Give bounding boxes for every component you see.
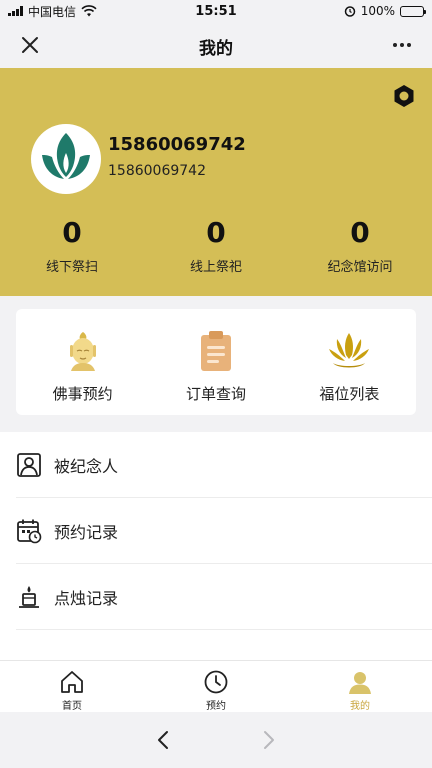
stat-value: 0 xyxy=(206,216,226,249)
stat-value: 0 xyxy=(62,216,82,249)
battery-percent: 100% xyxy=(360,4,395,18)
stat-online-worship[interactable]: 0 线上祭祀 xyxy=(144,216,288,275)
clipboard-icon xyxy=(200,331,231,371)
buddha-head-icon xyxy=(69,332,96,371)
list-item-label: 被纪念人 xyxy=(54,456,119,476)
person-frame-icon xyxy=(17,452,41,477)
stat-label: 线下祭扫 xyxy=(45,260,98,275)
user-phone-secondary: 15860069742 xyxy=(108,163,206,179)
list-item-candles[interactable]: 点烛记录 xyxy=(16,564,432,630)
quick-blessing-list[interactable]: 福位列表 xyxy=(283,309,416,415)
settings-icon[interactable] xyxy=(390,82,418,110)
list-item-label: 点烛记录 xyxy=(54,588,119,608)
quick-order-query[interactable]: 订单查询 xyxy=(149,309,282,415)
stats-row: 0 线下祭扫 0 线上祭祀 0 纪念馆访问 xyxy=(0,216,432,275)
home-icon xyxy=(61,671,83,693)
quick-action-label: 订单查询 xyxy=(185,385,246,403)
tab-mine[interactable]: 我的 xyxy=(288,661,432,712)
candle-icon xyxy=(19,585,39,608)
menu-list: 被纪念人 预约记录 点烛记录 xyxy=(0,432,432,660)
quick-action-label: 佛事预约 xyxy=(52,385,113,403)
nav-bar: 我的 xyxy=(0,22,432,68)
tab-appointments[interactable]: 预约 xyxy=(144,661,288,712)
profile-header: 15860069742 15860069742 0 线下祭扫 0 线上祭祀 0 … xyxy=(0,68,432,296)
browser-toolbar xyxy=(0,712,432,768)
chevron-left-icon[interactable] xyxy=(152,728,176,752)
list-item-appointments[interactable]: 预约记录 xyxy=(16,498,432,564)
stat-offline-visit[interactable]: 0 线下祭扫 xyxy=(0,216,144,275)
clock-icon xyxy=(204,670,228,694)
status-bar: 中国电信 15:51 100% xyxy=(0,0,432,22)
quick-buddhist-appointment[interactable]: 佛事预约 xyxy=(16,309,149,415)
tab-home[interactable]: 首页 xyxy=(0,661,144,712)
stat-label: 纪念馆访问 xyxy=(327,260,393,275)
list-item-commemorated[interactable]: 被纪念人 xyxy=(16,432,432,498)
more-icon[interactable] xyxy=(390,33,414,57)
page-title: 我的 xyxy=(199,39,233,59)
tab-label: 我的 xyxy=(350,701,370,712)
tab-label: 预约 xyxy=(206,701,226,712)
calendar-clock-icon xyxy=(17,519,42,543)
chevron-right-icon[interactable] xyxy=(256,728,280,752)
battery-icon xyxy=(400,5,426,17)
user-phone-primary: 15860069742 xyxy=(108,134,246,155)
stat-label: 线上祭祀 xyxy=(189,260,242,275)
lotus-icon xyxy=(329,333,370,368)
quick-actions-card: 佛事预约 订单查询 福位列表 xyxy=(16,309,416,415)
avatar-lotus-logo[interactable] xyxy=(30,123,102,195)
stat-memorial-visits[interactable]: 0 纪念馆访问 xyxy=(288,216,432,275)
list-item-label: 预约记录 xyxy=(54,522,119,542)
quick-action-label: 福位列表 xyxy=(319,385,380,403)
user-icon xyxy=(349,672,371,694)
tab-label: 首页 xyxy=(62,701,82,712)
alarm-icon xyxy=(344,6,355,17)
tab-bar: 首页 预约 我的 xyxy=(0,660,432,712)
stat-value: 0 xyxy=(350,216,370,249)
